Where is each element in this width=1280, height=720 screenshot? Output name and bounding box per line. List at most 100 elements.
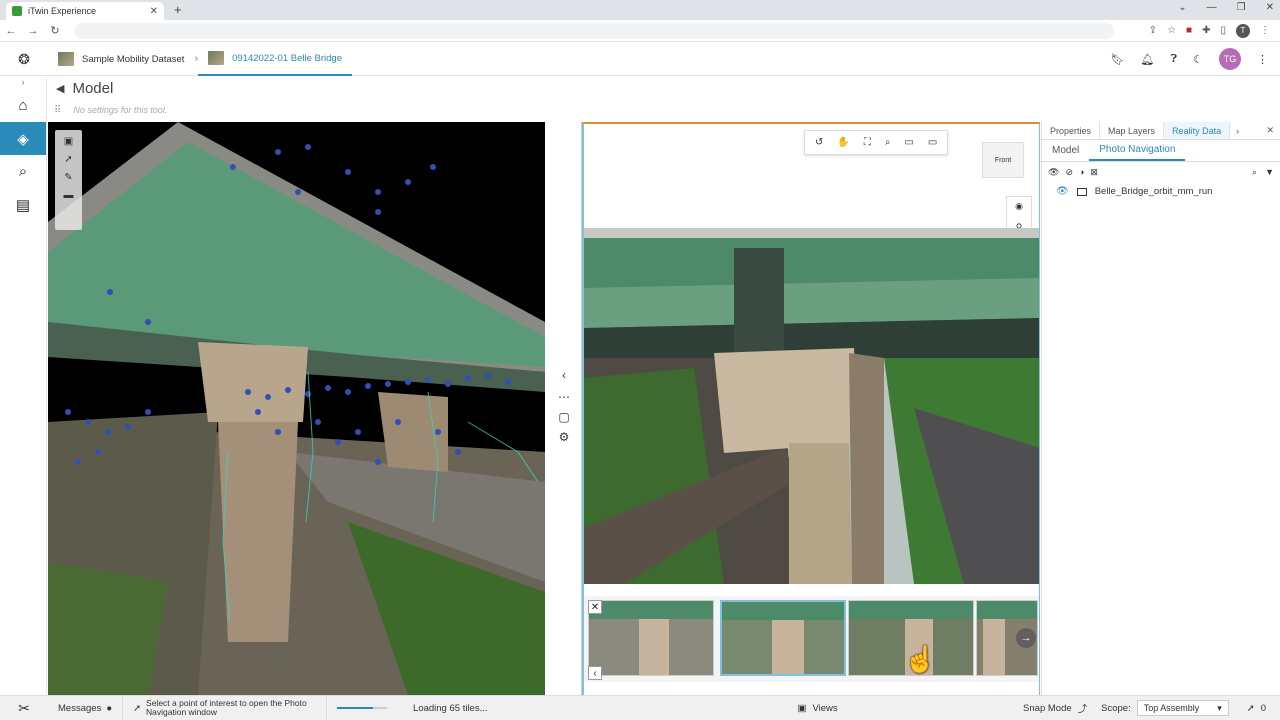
- strip-previous-icon[interactable]: ‹: [588, 666, 602, 680]
- scope-dropdown[interactable]: Top Assembly ▾: [1136, 700, 1229, 716]
- image-icon[interactable]: ▣: [64, 136, 73, 147]
- snap-icon: ⤴: [1077, 704, 1088, 715]
- close-strip-icon[interactable]: ✕: [588, 600, 602, 614]
- more-tabs-chevron-icon[interactable]: ›: [1230, 122, 1245, 139]
- tools-icon[interactable]: ✂: [0, 700, 48, 717]
- photo-navigation-viewer[interactable]: ↺ ✋ ⛶ ⌕ ▭ ▭ Front ◉ ⚲ ▤: [582, 122, 1040, 695]
- viewport-toolbar: ▣ ➚ ✎ ▬: [55, 130, 82, 230]
- more-options-icon[interactable]: ⋯: [555, 390, 573, 404]
- profile-avatar[interactable]: T: [1236, 23, 1250, 38]
- selection-count[interactable]: ➚ 0: [1247, 703, 1280, 714]
- views-icon: ▣: [797, 702, 807, 714]
- app-header: ❂ Sample Mobility Dataset › 09142022-01 …: [0, 43, 1280, 76]
- filter-icon[interactable]: ▼: [1265, 167, 1274, 178]
- reality-data-toolbar: 👁︎ ⊘ ◑ ⊠ ⌕ ▼: [1042, 162, 1280, 182]
- invert-display-icon[interactable]: ◑: [1079, 167, 1084, 177]
- scope-value: Top Assembly: [1143, 703, 1200, 713]
- drag-grip-icon[interactable]: ⠿: [54, 105, 61, 116]
- browser-tab[interactable]: iTwin Experience ✕: [6, 2, 164, 20]
- home-icon[interactable]: ⌂: [0, 89, 46, 122]
- point-cloud-scene: [48, 122, 545, 695]
- viewport-splitter: ‹ ⋯ ▢ ⚙: [545, 122, 582, 695]
- close-tab-icon[interactable]: ✕: [150, 6, 158, 17]
- delete-icon[interactable]: ▬: [64, 190, 74, 201]
- imodel-thumbnail: [208, 51, 225, 65]
- show-all-eye-icon[interactable]: 👁︎: [1048, 167, 1059, 178]
- hide-all-icon[interactable]: ⊘: [1065, 167, 1073, 178]
- fit-view-icon[interactable]: ⛶: [864, 137, 871, 148]
- window-area-icon[interactable]: ▭: [904, 137, 913, 148]
- panel-tools-icon[interactable]: ✕: [1260, 122, 1280, 139]
- user-avatar[interactable]: TG: [1219, 48, 1241, 70]
- more-menu-icon[interactable]: ⋮: [1257, 53, 1268, 66]
- bookmark-icon[interactable]: 🔖︎: [1111, 53, 1125, 66]
- back-icon[interactable]: ←: [0, 25, 22, 37]
- image-set-icon: [1076, 187, 1087, 196]
- browser-address-bar: ← → ↻ ⇪ ☆ ■ ✚ ▯ T ⋮: [0, 20, 1280, 42]
- new-tab-button[interactable]: +: [174, 2, 182, 17]
- extension-red-icon[interactable]: ■: [1186, 25, 1192, 36]
- share-icon[interactable]: ⇪: [1149, 25, 1157, 36]
- scope-label: Scope:: [1101, 702, 1131, 714]
- expand-rail-chevron-icon[interactable]: ›: [0, 77, 46, 89]
- breadcrumb-imodel-label: 09142022-01 Belle Bridge: [232, 52, 342, 64]
- settings-gear-icon[interactable]: ⚙: [555, 430, 573, 444]
- close-window-icon[interactable]: ✕: [1266, 2, 1274, 13]
- select-cursor-icon[interactable]: ➚: [64, 154, 72, 165]
- search-icon[interactable]: ⌕: [0, 155, 46, 188]
- minimize-icon[interactable]: —: [1207, 2, 1217, 13]
- tab-map-layers[interactable]: Map Layers: [1100, 122, 1165, 139]
- zoom-icon[interactable]: ⌕: [885, 137, 891, 148]
- reload-icon[interactable]: ↻: [44, 24, 66, 37]
- omnibox-input[interactable]: [74, 22, 1114, 39]
- photo-thumbnail-selected[interactable]: [720, 600, 846, 676]
- snap-mode-button[interactable]: Snap Mode ⤴: [1023, 701, 1101, 716]
- documents-icon[interactable]: ▤: [0, 188, 46, 221]
- measure-ruler-icon[interactable]: ✎: [64, 172, 72, 183]
- bookmark-star-icon[interactable]: ☆: [1167, 25, 1176, 36]
- 3d-viewport[interactable]: ▣ ➚ ✎ ▬: [48, 122, 545, 695]
- tab-properties[interactable]: Properties: [1042, 122, 1101, 139]
- navigation-cube[interactable]: Front: [982, 142, 1024, 178]
- puzzle-icon[interactable]: ✚: [1202, 25, 1210, 36]
- tree-item[interactable]: 👁︎ Belle_Bridge_orbit_mm_run: [1042, 182, 1280, 201]
- project-thumbnail: [58, 52, 74, 66]
- strip-next-icon[interactable]: →: [1016, 628, 1036, 648]
- subtab-model[interactable]: Model: [1042, 140, 1089, 161]
- dark-mode-moon-icon[interactable]: ☾: [1193, 53, 1203, 66]
- model-tool-icon[interactable]: ◈: [0, 122, 46, 155]
- tool-assistance[interactable]: ➚ Select a point of interest to open the…: [123, 695, 328, 720]
- camera-icon[interactable]: ◉: [1015, 201, 1023, 212]
- rotate-icon[interactable]: ↺: [815, 137, 823, 148]
- breadcrumb-imodel[interactable]: 09142022-01 Belle Bridge: [198, 43, 352, 76]
- tab-search-icon[interactable]: ⌄: [1178, 2, 1186, 13]
- itwin-logo-icon[interactable]: ❂: [0, 51, 48, 68]
- maximize-window-icon[interactable]: ▭: [928, 137, 937, 148]
- visibility-eye-icon[interactable]: 👁︎: [1056, 186, 1069, 197]
- panel-tabs: Properties Map Layers Reality Data › ✕: [1042, 122, 1280, 140]
- search-tree-icon[interactable]: ⌕: [1252, 167, 1257, 178]
- restore-icon[interactable]: ❐: [1237, 2, 1246, 13]
- back-arrow-icon[interactable]: ◀: [56, 82, 64, 95]
- photo-thumbnail[interactable]: [588, 600, 714, 676]
- forward-icon[interactable]: →: [22, 25, 44, 37]
- isolate-icon[interactable]: ⊠: [1090, 167, 1098, 178]
- help-icon[interactable]: ❓︎: [1171, 53, 1178, 66]
- tab-reality-data[interactable]: Reality Data: [1164, 122, 1231, 139]
- add-view-icon[interactable]: ▢: [555, 410, 573, 424]
- views-label: Views: [812, 702, 838, 714]
- subtab-photo-navigation[interactable]: Photo Navigation: [1089, 140, 1186, 161]
- sidepanel-icon[interactable]: ▯: [1220, 25, 1226, 36]
- pan-hand-icon[interactable]: ✋: [837, 137, 849, 148]
- breadcrumb-project-label: Sample Mobility Dataset: [82, 53, 185, 65]
- notification-bell-icon[interactable]: 🔔︎: [1141, 53, 1155, 66]
- browser-menu-icon[interactable]: ⋮: [1260, 25, 1270, 36]
- breadcrumb-project[interactable]: Sample Mobility Dataset: [48, 43, 194, 76]
- photo-thumbnail-strip: ✕ ‹ → ☝: [584, 596, 1039, 682]
- collapse-left-icon[interactable]: ‹: [555, 368, 573, 382]
- photo-view-toolbar: ↺ ✋ ⛶ ⌕ ▭ ▭: [804, 130, 949, 155]
- reality-data-subtabs: Model Photo Navigation: [1042, 140, 1280, 162]
- views-button[interactable]: ▣ Views: [798, 703, 838, 714]
- tool-settings-bar: ⠿ No settings for this tool.: [48, 100, 1040, 120]
- messages-button[interactable]: Messages ●: [48, 695, 124, 720]
